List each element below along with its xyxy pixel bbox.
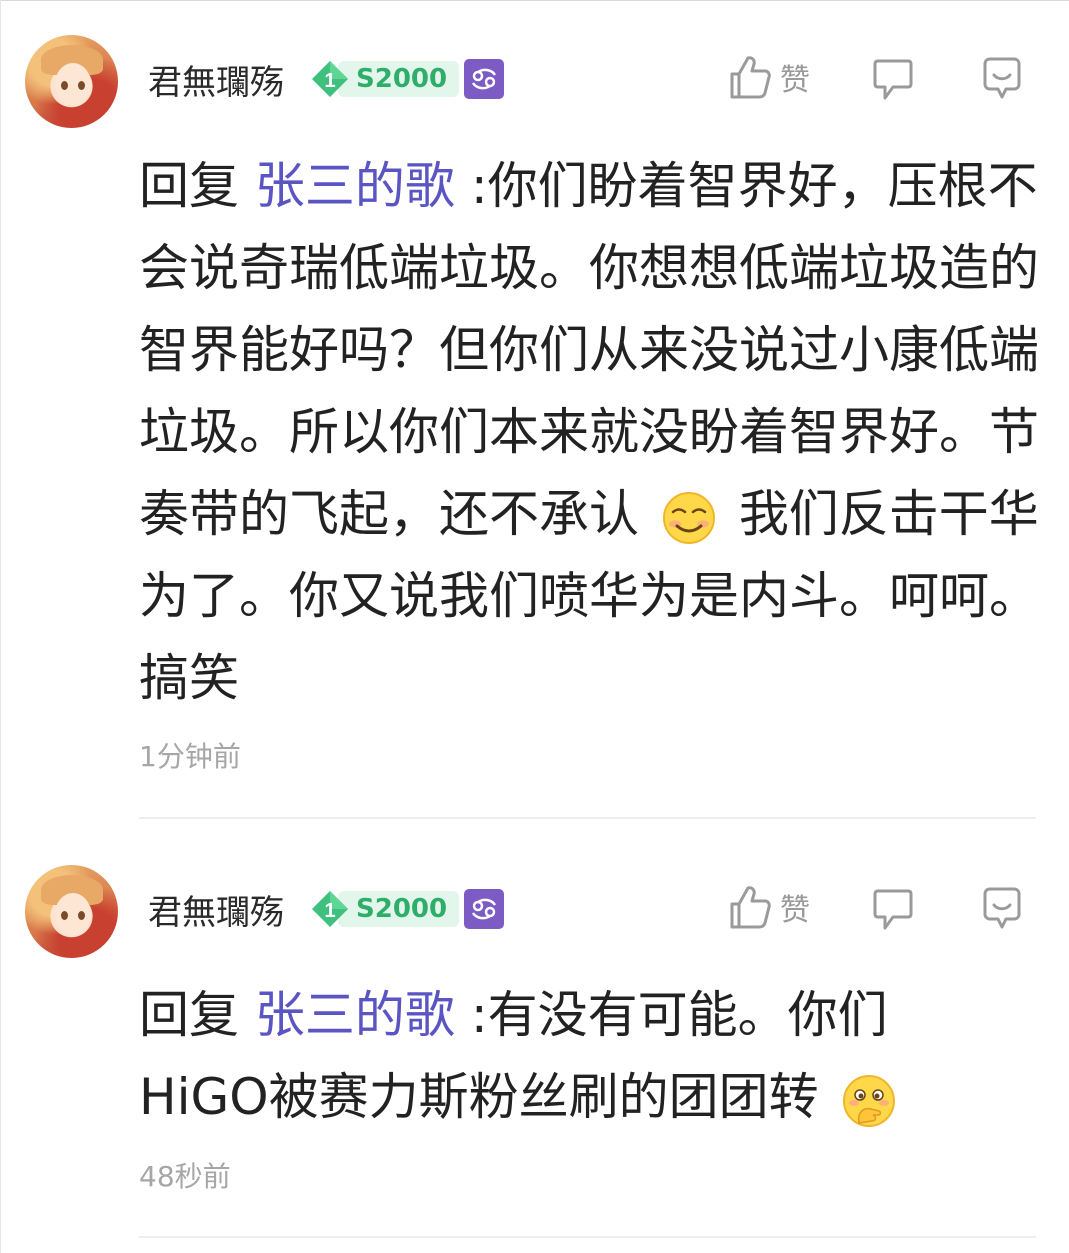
reply-prefix: 回复 [139,986,239,1044]
comment-text: :有没有可能。你们HiGO被赛力斯粉丝刷的团团转 [139,986,888,1126]
score-label: S2000 [338,61,460,97]
smug-smile-emoji-icon [662,491,715,544]
top-border [0,0,1069,1]
reply-bubble-icon[interactable] [871,58,915,102]
covering-mouth-emoji-icon [842,1074,895,1127]
avatar-eye [61,911,68,920]
score-label: S2000 [338,891,460,927]
comment-content: 回复 张三的歌 :你们盼着智界好，压根不会说奇瑞低端垃圾。你想想低端垃圾造的智界… [139,145,1039,719]
divider [139,1236,1036,1238]
avatar-eye [78,81,85,90]
level-badge: 1 S2000 [310,59,460,99]
mention-link[interactable]: 张三的歌 [255,157,455,215]
username[interactable]: 君無瓓殇 [148,885,284,934]
gem-icon: 1 [312,61,348,97]
mention-link[interactable]: 张三的歌 [255,986,455,1044]
divider [139,817,1036,819]
comment-icon[interactable] [979,886,1025,932]
level-number: 1 [324,900,335,922]
like-label: 赞 [780,893,810,928]
timestamp: 48秒前 [139,1160,231,1193]
username[interactable]: 君無瓓殇 [148,55,284,104]
level-number: 1 [324,70,335,92]
comment-content: 回复 张三的歌 :有没有可能。你们HiGO被赛力斯粉丝刷的团团转 [139,974,929,1138]
avatar-eye [78,911,85,920]
cancer-zodiac-icon [464,889,504,929]
reply-bubble-icon[interactable] [871,888,915,932]
like-button[interactable]: 赞 [728,884,810,930]
level-badge: 1 S2000 [310,889,460,929]
cancer-zodiac-icon [464,59,504,99]
avatar-eye [61,81,68,90]
avatar[interactable] [25,865,118,958]
thumbs-up-icon [730,56,771,99]
comment-icon[interactable] [979,56,1025,102]
left-border [0,0,1,1253]
gem-icon: 1 [312,891,348,927]
thumbs-up-icon [730,886,771,929]
reply-prefix: 回复 [139,157,239,215]
avatar[interactable] [25,35,118,128]
like-button[interactable]: 赞 [728,54,810,100]
timestamp: 1分钟前 [139,740,241,773]
like-label: 赞 [780,63,810,98]
